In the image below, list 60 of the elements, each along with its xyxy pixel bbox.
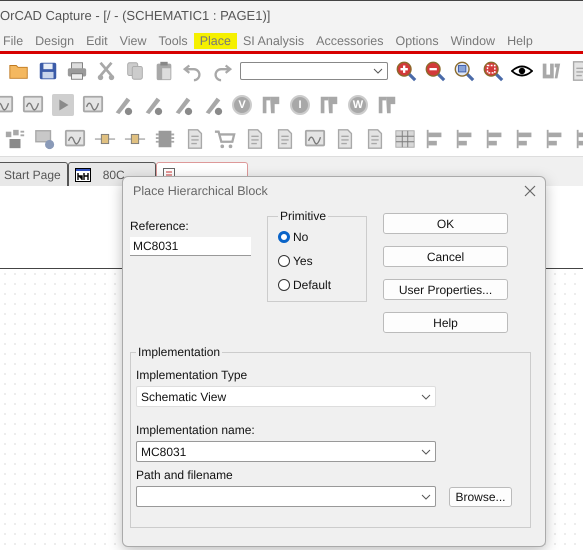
name-label: Implementation name: (136, 423, 256, 437)
chevron-icon[interactable] (373, 68, 383, 74)
browse-button[interactable]: Browse... (449, 486, 512, 506)
meter-icon[interactable]: V (232, 95, 252, 115)
reference-label: Reference: (130, 219, 190, 233)
type-dropdown[interactable]: Schematic View (136, 386, 436, 407)
menu-item[interactable]: Design (29, 33, 80, 49)
probe-marker-icon[interactable] (318, 94, 340, 116)
cart-icon[interactable] (214, 128, 236, 150)
radio-option[interactable]: No (278, 225, 358, 249)
dialog-button[interactable]: OK (383, 213, 508, 234)
name-dropdown[interactable]: MC8031 (136, 441, 436, 462)
window-title: OrCAD Capture - [/ - (SCHEMATIC1 : PAGE1)] (0, 0, 583, 31)
menu-item[interactable]: View (114, 33, 152, 49)
zoom-fit-icon[interactable] (482, 60, 504, 82)
group-title: Primitive (279, 209, 328, 223)
document-tab[interactable]: Start Page (0, 162, 68, 186)
dialog-title: Place Hierarchical Block (133, 184, 268, 198)
monitor-icon[interactable] (34, 128, 56, 150)
reference-field[interactable]: MC8031 (130, 237, 251, 256)
radio-option[interactable]: Default (278, 273, 358, 297)
path-label: Path and filename (136, 468, 234, 482)
probe-marker-icon[interactable] (376, 94, 398, 116)
radio-icon[interactable] (278, 255, 290, 267)
menu-item[interactable]: Options (390, 33, 445, 49)
close-icon[interactable] (523, 184, 537, 198)
chip-icon[interactable] (154, 128, 176, 150)
chevron-icon[interactable] (421, 494, 431, 500)
printer-icon[interactable] (66, 60, 88, 82)
table-icon[interactable] (394, 128, 416, 150)
menu-item[interactable]: Window (444, 33, 502, 49)
menu-item[interactable]: SI Analysis (236, 33, 310, 49)
radio-icon[interactable] (278, 231, 290, 243)
play-icon[interactable] (52, 94, 74, 116)
menu-item[interactable]: Edit (80, 33, 114, 49)
menu-item[interactable]: Accessories (310, 33, 390, 49)
meter-icon[interactable]: W (348, 95, 368, 115)
radio-icon[interactable] (278, 279, 290, 291)
schematic-icon (74, 168, 91, 182)
dialog-button[interactable]: User Properties... (383, 279, 508, 300)
menu-item[interactable]: File (0, 33, 30, 49)
component-grid-icon[interactable] (4, 128, 26, 150)
toolbar-dropdown[interactable] (240, 62, 388, 80)
group-title: Implementation (137, 345, 222, 359)
copy-icon[interactable] (124, 60, 146, 82)
chevron-icon[interactable] (421, 448, 431, 454)
scissors-icon[interactable] (95, 60, 117, 82)
zoom-area-icon[interactable] (453, 60, 475, 82)
dialog-button[interactable]: Help (383, 312, 508, 333)
probe-marker-icon[interactable] (260, 94, 282, 116)
menu-item[interactable]: Tools (152, 33, 194, 49)
zoom-out-icon[interactable] (424, 60, 446, 82)
chevron-icon[interactable] (421, 394, 431, 400)
type-label: Implementation Type (136, 368, 248, 382)
menu-item[interactable]: Help (501, 33, 539, 49)
zoom-in-icon[interactable] (395, 60, 417, 82)
meter-icon[interactable]: I (290, 95, 310, 115)
dialog-button[interactable]: Cancel (383, 246, 508, 267)
menu-item[interactable]: Place (194, 33, 237, 49)
radio-option[interactable]: Yes (278, 249, 358, 273)
